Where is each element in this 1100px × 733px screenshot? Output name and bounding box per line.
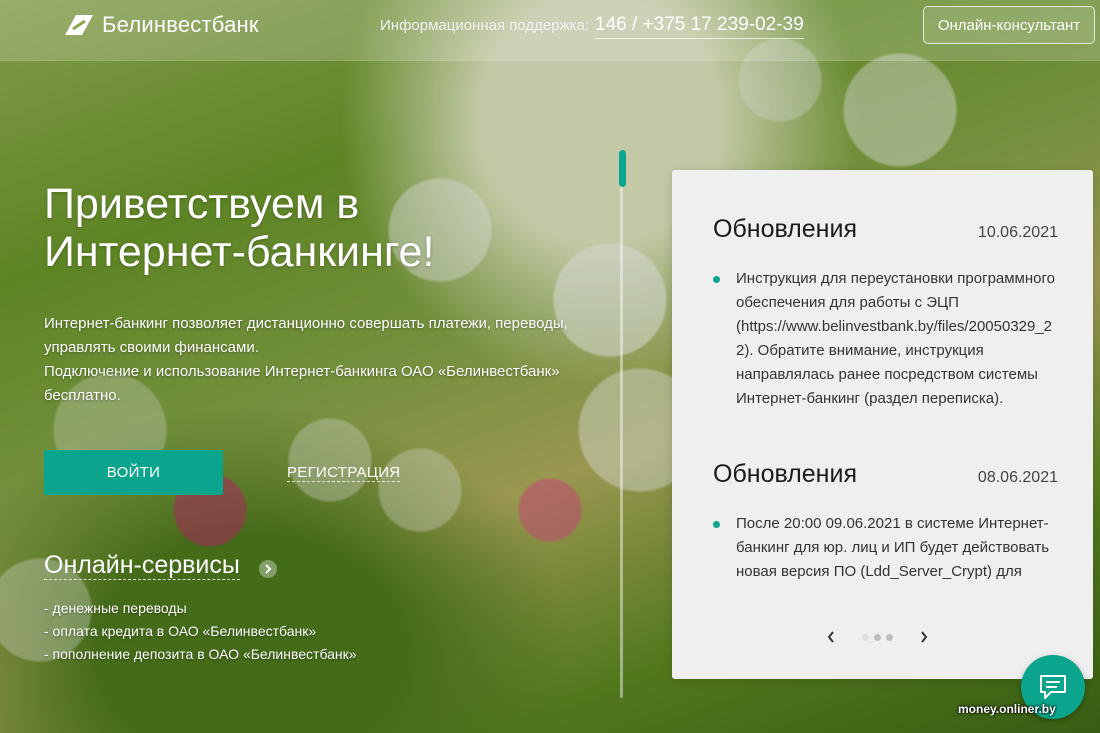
pager-dot[interactable]: [862, 633, 869, 641]
news-title: Обновления: [713, 215, 857, 243]
news-text[interactable]: Инструкция для переустановки программног…: [736, 267, 1058, 411]
news-item: Обновления 10.06.2021 Инструкция для пер…: [713, 215, 1058, 411]
scrollbar-thumb[interactable]: [619, 150, 626, 187]
news-date: 08.06.2021: [977, 469, 1058, 486]
support-label: Информационная поддержка:: [380, 17, 590, 34]
services-list: - денежные переводы - оплата кредита в О…: [44, 597, 357, 666]
news-date: 10.06.2021: [977, 224, 1058, 241]
bullet-icon: [713, 521, 720, 528]
news-pager: [822, 628, 933, 646]
register-link[interactable]: РЕГИСТРАЦИЯ: [287, 464, 401, 482]
pager-dot[interactable]: [886, 633, 893, 641]
news-title: Обновления: [713, 460, 857, 488]
watermark-text: money.onliner.by: [958, 702, 1056, 716]
hero-description-line: Подключение и использование Интернет-бан…: [44, 363, 560, 404]
news-body: Инструкция для переустановки программног…: [713, 267, 1058, 411]
support-info: Информационная поддержка: 146 / +375 17 …: [380, 14, 804, 39]
online-consultant-button[interactable]: Онлайн-консультант: [923, 6, 1095, 44]
bank-logo[interactable]: Белинвестбанк: [64, 12, 259, 38]
logo-mark-icon: [65, 15, 93, 35]
chat-bubble-icon: [1040, 675, 1066, 699]
chevron-right-icon[interactable]: [259, 560, 277, 578]
news-text[interactable]: После 20:00 09.06.2021 в системе Интерне…: [736, 512, 1058, 584]
login-button[interactable]: ВОЙТИ: [44, 450, 223, 495]
chevron-right-icon[interactable]: [915, 628, 933, 646]
scrollbar-track[interactable]: [620, 150, 623, 698]
page-title: Приветствуем в Интернет-банкинге!: [44, 180, 435, 276]
chevron-left-icon[interactable]: [822, 628, 840, 646]
logo-text: Белинвестбанк: [102, 12, 259, 37]
hero-description-line: Интернет-банкинг позволяет дистанционно …: [44, 315, 568, 356]
hero-description: Интернет-банкинг позволяет дистанционно …: [44, 312, 574, 408]
news-body: После 20:00 09.06.2021 в системе Интерне…: [713, 512, 1058, 584]
bullet-icon: [713, 276, 720, 283]
news-item: Обновления 08.06.2021 После 20:00 09.06.…: [713, 460, 1058, 584]
list-item: - оплата кредита в ОАО «Белинвестбанк»: [44, 623, 317, 639]
pager-dots: [862, 633, 893, 641]
list-item: - пополнение депозита в ОАО «Белинвестба…: [44, 646, 357, 662]
support-phone-link[interactable]: 146 / +375 17 239-02-39: [595, 14, 804, 39]
news-panel: Обновления 10.06.2021 Инструкция для пер…: [672, 170, 1093, 679]
pager-dot[interactable]: [874, 633, 881, 641]
online-services-link[interactable]: Онлайн-сервисы: [44, 551, 240, 580]
top-header: Белинвестбанк Информационная поддержка: …: [0, 0, 1100, 60]
list-item: - денежные переводы: [44, 600, 187, 616]
